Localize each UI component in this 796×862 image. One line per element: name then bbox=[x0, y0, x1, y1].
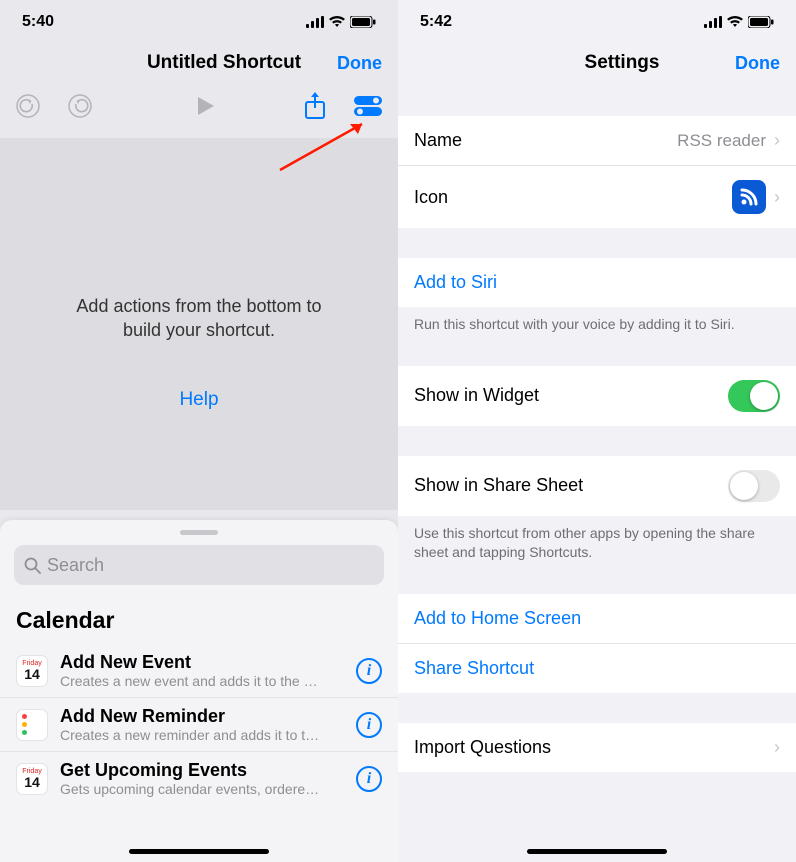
status-bar: 5:40 bbox=[0, 0, 398, 44]
search-input[interactable]: Search bbox=[14, 545, 384, 585]
cellular-icon bbox=[704, 16, 722, 28]
rss-icon bbox=[732, 180, 766, 214]
home-indicator[interactable] bbox=[527, 849, 667, 854]
chevron-right-icon: › bbox=[774, 130, 780, 151]
nav-bar: Settings Done bbox=[398, 44, 796, 86]
calendar-icon: Friday 14 bbox=[16, 763, 48, 795]
share-note: Use this shortcut from other apps by ope… bbox=[398, 516, 796, 574]
show-in-widget-toggle[interactable] bbox=[728, 380, 780, 412]
chevron-right-icon: › bbox=[774, 737, 780, 758]
section-title: Calendar bbox=[0, 599, 398, 644]
action-row-add-event[interactable]: Friday 14 Add New Event Creates a new ev… bbox=[0, 644, 398, 698]
share-button[interactable] bbox=[304, 92, 326, 120]
status-time: 5:42 bbox=[420, 13, 452, 31]
wifi-icon bbox=[328, 16, 346, 28]
reminders-icon bbox=[16, 709, 48, 741]
nav-bar: Untitled Shortcut Done bbox=[0, 44, 398, 86]
show-in-widget-cell: Show in Widget bbox=[398, 366, 796, 426]
settings-toggle-button[interactable] bbox=[354, 95, 382, 117]
import-questions-cell[interactable]: Import Questions › bbox=[398, 723, 796, 772]
action-row-upcoming-events[interactable]: Friday 14 Get Upcoming Events Gets upcom… bbox=[0, 752, 398, 805]
status-icons bbox=[306, 16, 376, 28]
action-subtitle: Creates a new event and adds it to the s… bbox=[60, 673, 320, 689]
drawer-grabber[interactable] bbox=[180, 530, 218, 535]
icon-label: Icon bbox=[414, 187, 448, 208]
done-button[interactable]: Done bbox=[337, 53, 382, 74]
home-indicator[interactable] bbox=[129, 849, 269, 854]
action-title: Add New Event bbox=[60, 652, 320, 673]
undo-button[interactable] bbox=[16, 94, 40, 118]
name-label: Name bbox=[414, 130, 462, 151]
add-to-home-screen-button[interactable]: Add to Home Screen bbox=[398, 594, 796, 644]
toolbar bbox=[0, 86, 398, 138]
action-subtitle: Gets upcoming calendar events, ordered f… bbox=[60, 781, 320, 797]
editor-hint: Add actions from the bottom to build you… bbox=[0, 294, 398, 343]
play-button[interactable] bbox=[194, 95, 216, 117]
page-title: Untitled Shortcut bbox=[68, 52, 380, 74]
editor-canvas: Add actions from the bottom to build you… bbox=[0, 138, 398, 510]
status-icons bbox=[704, 16, 774, 28]
calendar-icon: Friday 14 bbox=[16, 655, 48, 687]
info-button[interactable]: i bbox=[356, 658, 382, 684]
status-time: 5:40 bbox=[22, 13, 54, 31]
name-cell[interactable]: Name RSS reader › bbox=[398, 116, 796, 166]
search-icon bbox=[24, 557, 41, 574]
icon-cell[interactable]: Icon › bbox=[398, 166, 796, 228]
shortcut-editor-screen: 5:40 Untitled Shortcut Done Add actions … bbox=[0, 0, 398, 862]
name-value: RSS reader bbox=[677, 131, 766, 151]
info-button[interactable]: i bbox=[356, 766, 382, 792]
chevron-right-icon: › bbox=[774, 187, 780, 208]
battery-icon bbox=[350, 16, 376, 28]
wifi-icon bbox=[726, 16, 744, 28]
help-link[interactable]: Help bbox=[179, 389, 218, 411]
shortcut-settings-screen: 5:42 Settings Done Name RSS reader › Ico… bbox=[398, 0, 796, 862]
done-button[interactable]: Done bbox=[735, 53, 780, 74]
action-title: Get Upcoming Events bbox=[60, 760, 320, 781]
cellular-icon bbox=[306, 16, 324, 28]
share-shortcut-button[interactable]: Share Shortcut bbox=[398, 644, 796, 693]
action-row-add-reminder[interactable]: Add New Reminder Creates a new reminder … bbox=[0, 698, 398, 752]
page-title: Settings bbox=[466, 52, 778, 74]
action-subtitle: Creates a new reminder and adds it to th… bbox=[60, 727, 320, 743]
show-in-share-sheet-toggle[interactable] bbox=[728, 470, 780, 502]
battery-icon bbox=[748, 16, 774, 28]
add-to-siri-button[interactable]: Add to Siri bbox=[398, 258, 796, 307]
redo-button[interactable] bbox=[68, 94, 92, 118]
action-title: Add New Reminder bbox=[60, 706, 320, 727]
siri-note: Run this shortcut with your voice by add… bbox=[398, 307, 796, 346]
actions-drawer[interactable]: Search Calendar Friday 14 Add New Event … bbox=[0, 520, 398, 862]
status-bar: 5:42 bbox=[398, 0, 796, 44]
show-in-share-sheet-cell: Show in Share Sheet bbox=[398, 456, 796, 516]
info-button[interactable]: i bbox=[356, 712, 382, 738]
